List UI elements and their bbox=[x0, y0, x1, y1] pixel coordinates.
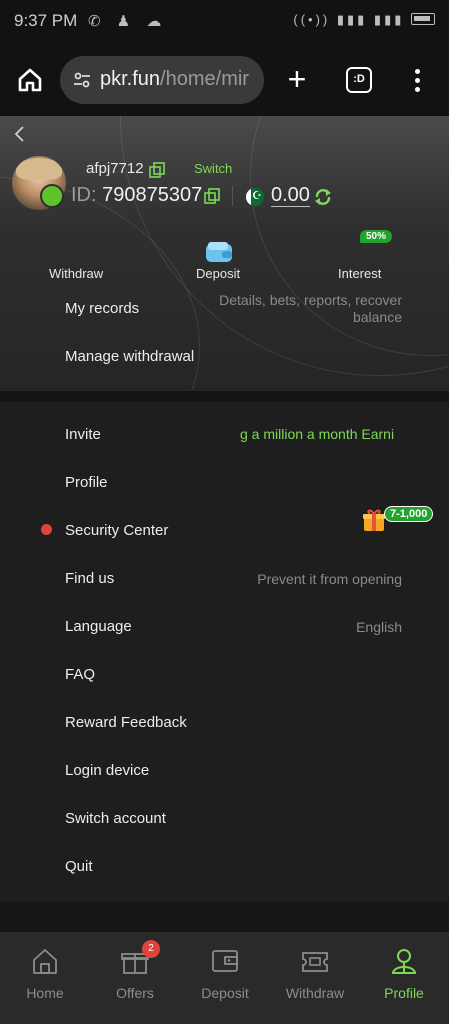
menu-item-profile[interactable]: Profile bbox=[0, 458, 449, 506]
menu-item-find-us[interactable]: Find us Prevent it from opening bbox=[0, 554, 449, 602]
menu-item-language[interactable]: Language English bbox=[0, 602, 449, 650]
profile-header: afpj7712 Switch ID: 790875307 0.00 Withd… bbox=[0, 116, 449, 391]
system-icons: ((•)) ▮▮▮ ▮▮▮ bbox=[293, 12, 435, 28]
menu-item-label: Profile bbox=[65, 474, 108, 491]
manage-withdrawal-row[interactable]: Manage withdrawal bbox=[0, 340, 449, 388]
status-bar: 9:37 PM ✆ ♟ ☁ ((•)) ▮▮▮ ▮▮▮ bbox=[0, 0, 449, 44]
interest-badge: 50% bbox=[360, 230, 393, 243]
menu-item-label: Reward Feedback bbox=[65, 714, 187, 731]
menu-item-login-device[interactable]: Login device bbox=[0, 746, 449, 794]
wallet-icon[interactable] bbox=[204, 240, 234, 264]
home-icon bbox=[33, 949, 57, 974]
url-path: /home/mir bbox=[160, 68, 249, 90]
nav-home[interactable]: Home bbox=[0, 932, 90, 1024]
balance-amount: 0.00 bbox=[271, 184, 310, 207]
wallet-nav-icon bbox=[212, 950, 238, 972]
pakistan-flag-icon bbox=[246, 188, 264, 206]
nav-withdraw[interactable]: Withdraw bbox=[270, 932, 360, 1024]
back-arrow-icon[interactable] bbox=[12, 124, 28, 144]
menu-item-label: Language bbox=[65, 618, 132, 635]
nav-deposit-label: Deposit bbox=[201, 985, 249, 1001]
menu-item-label: FAQ bbox=[65, 666, 96, 683]
settings-menu: Invite g a million a month Earni Profile… bbox=[0, 402, 449, 902]
security-reward-badge: 7-1,000 bbox=[384, 506, 434, 522]
menu-item-label: Switch account bbox=[65, 810, 166, 827]
alert-dot bbox=[41, 524, 52, 535]
menu-item-label: Security Center bbox=[65, 522, 169, 539]
interest-action[interactable]: Interest bbox=[338, 266, 381, 281]
nav-withdraw-label: Withdraw bbox=[285, 985, 345, 1001]
bottom-navigation: Home 2 Offers Deposit Withdraw Profile bbox=[0, 932, 449, 1024]
divider bbox=[232, 186, 233, 206]
user-id-label: ID: bbox=[71, 184, 97, 206]
withdraw-icon bbox=[302, 952, 328, 972]
menu-item-switch-account[interactable]: Switch account bbox=[0, 794, 449, 842]
language-value: English bbox=[356, 619, 402, 635]
site-settings-icon[interactable] bbox=[72, 70, 92, 90]
new-tab-button[interactable]: + bbox=[283, 63, 311, 95]
nav-deposit[interactable]: Deposit bbox=[180, 932, 270, 1024]
url-text: pkr.fun/home/mir bbox=[100, 68, 249, 91]
tab-switcher-button[interactable]: :D bbox=[346, 67, 372, 93]
nav-profile[interactable]: Profile bbox=[359, 932, 449, 1024]
nav-profile-label: Profile bbox=[384, 985, 424, 1001]
browser-toolbar: pkr.fun/home/mir + :D bbox=[0, 44, 449, 116]
online-status-dot bbox=[40, 184, 64, 208]
my-records-row[interactable]: My records Details, bets, reports, recov… bbox=[0, 284, 449, 332]
notification-icons: ✆ ♟ ☁ bbox=[88, 13, 168, 30]
menu-item-label: Quit bbox=[65, 858, 93, 875]
invite-marquee: g a million a month Earni bbox=[240, 426, 395, 442]
gift-icon bbox=[363, 509, 385, 531]
manage-withdrawal-label: Manage withdrawal bbox=[65, 348, 195, 365]
footer-spacer bbox=[0, 902, 449, 932]
url-host: pkr.fun bbox=[100, 68, 161, 90]
my-records-hint: Details, bets, reports, recover balance bbox=[219, 292, 402, 326]
address-bar[interactable]: pkr.fun/home/mir bbox=[60, 56, 264, 104]
user-id-value: 790875307 bbox=[102, 184, 203, 206]
my-records-label: My records bbox=[65, 300, 140, 317]
find-us-hint: Prevent it from opening bbox=[257, 571, 402, 587]
deposit-action[interactable]: Deposit bbox=[196, 266, 240, 281]
profile-icon bbox=[391, 949, 417, 974]
nav-offers[interactable]: 2 Offers bbox=[90, 932, 180, 1024]
menu-item-label: Invite bbox=[65, 426, 101, 443]
menu-item-invite[interactable]: Invite g a million a month Earni bbox=[0, 410, 449, 458]
username: afpj7712 bbox=[86, 160, 144, 177]
menu-item-quit[interactable]: Quit bbox=[0, 842, 449, 890]
copy-username-icon[interactable] bbox=[149, 162, 165, 178]
menu-item-reward-feedback[interactable]: Reward Feedback bbox=[0, 698, 449, 746]
nav-offers-label: Offers bbox=[116, 985, 154, 1001]
menu-item-faq[interactable]: FAQ bbox=[0, 650, 449, 698]
copy-id-icon[interactable] bbox=[204, 188, 220, 204]
battery-icon bbox=[411, 13, 435, 25]
browser-home-icon[interactable] bbox=[16, 66, 44, 94]
browser-menu-icon[interactable] bbox=[407, 66, 427, 94]
status-time: 9:37 PM bbox=[14, 11, 78, 30]
menu-item-label: Login device bbox=[65, 762, 150, 779]
user-id: ID: 790875307 bbox=[71, 184, 202, 207]
offers-badge: 2 bbox=[142, 940, 160, 958]
nav-home-label: Home bbox=[26, 985, 64, 1001]
my-records-hint-line1: Details, bets, reports, recover bbox=[219, 292, 402, 308]
switch-account-link[interactable]: Switch bbox=[194, 161, 232, 176]
section-divider bbox=[0, 391, 449, 402]
refresh-balance-icon[interactable] bbox=[314, 188, 332, 206]
my-records-hint-line2: balance bbox=[352, 309, 402, 325]
security-reward[interactable]: 7-1,000 bbox=[362, 506, 436, 532]
menu-item-label: Find us bbox=[65, 570, 115, 587]
withdraw-action[interactable]: Withdraw bbox=[49, 266, 103, 281]
